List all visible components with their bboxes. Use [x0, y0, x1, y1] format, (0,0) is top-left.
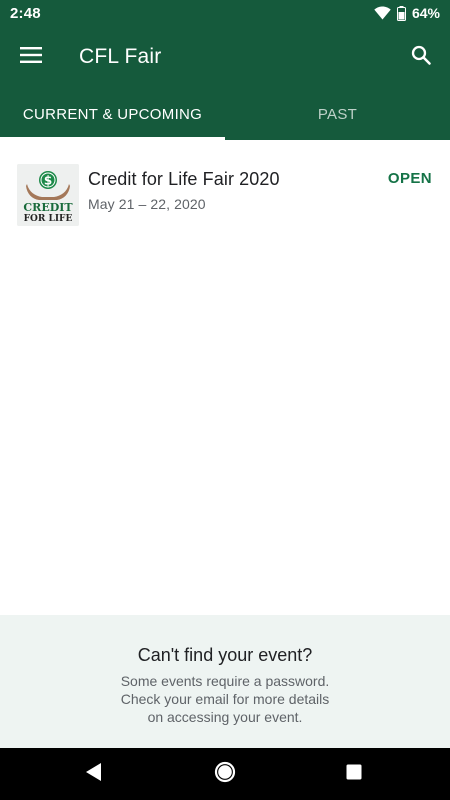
tab-current-upcoming[interactable]: CURRENT & UPCOMING [0, 88, 225, 140]
event-name: Credit for Life Fair 2020 [88, 169, 280, 189]
logo-text-line2: FOR LIFE [24, 214, 73, 224]
wifi-icon [374, 6, 391, 20]
app-bar: CFL Fair [0, 26, 450, 88]
help-panel: Can't find your event? Some events requi… [0, 615, 450, 748]
page-title: CFL Fair [79, 45, 162, 68]
battery-icon [396, 5, 406, 21]
home-button[interactable] [209, 758, 241, 790]
back-triangle-icon [85, 762, 103, 787]
recents-square-icon [346, 764, 362, 785]
help-title: Can't find your event? [137, 645, 313, 665]
help-text-line: on accessing your event. [147, 709, 303, 725]
recents-button[interactable] [340, 760, 368, 788]
active-tab-indicator [0, 137, 225, 140]
back-button[interactable] [78, 760, 110, 788]
event-status-badge: OPEN [387, 170, 432, 187]
battery-percentage: 64% [411, 5, 440, 21]
menu-button[interactable] [12, 38, 50, 76]
event-dates: May 21 – 22, 2020 [88, 196, 206, 212]
help-text: Some events require a password. Check yo… [0, 672, 450, 726]
event-logo: $ CREDIT FOR LIFE [17, 164, 79, 226]
status-time: 2:48 [10, 4, 41, 22]
home-circle-icon [214, 761, 236, 788]
help-text-line: Some events require a password. [120, 673, 330, 689]
logo-dollar-symbol: $ [44, 174, 52, 188]
system-nav-bar [0, 748, 450, 800]
hamburger-menu-icon [20, 46, 42, 68]
credit-for-life-logo-icon: $ CREDIT FOR LIFE [17, 164, 79, 226]
search-button[interactable] [402, 38, 440, 76]
status-bar: 2:48 64% [0, 0, 450, 26]
tab-bar: CURRENT & UPCOMING PAST [0, 88, 450, 140]
status-icons: 64% [374, 5, 440, 21]
event-list-item[interactable]: $ CREDIT FOR LIFE Credit for Life Fair 2… [0, 152, 450, 238]
tab-past[interactable]: PAST [225, 88, 450, 140]
logo-text-line1: CREDIT [23, 201, 73, 214]
help-text-line: Check your email for more details [120, 691, 330, 707]
search-icon [411, 45, 431, 70]
